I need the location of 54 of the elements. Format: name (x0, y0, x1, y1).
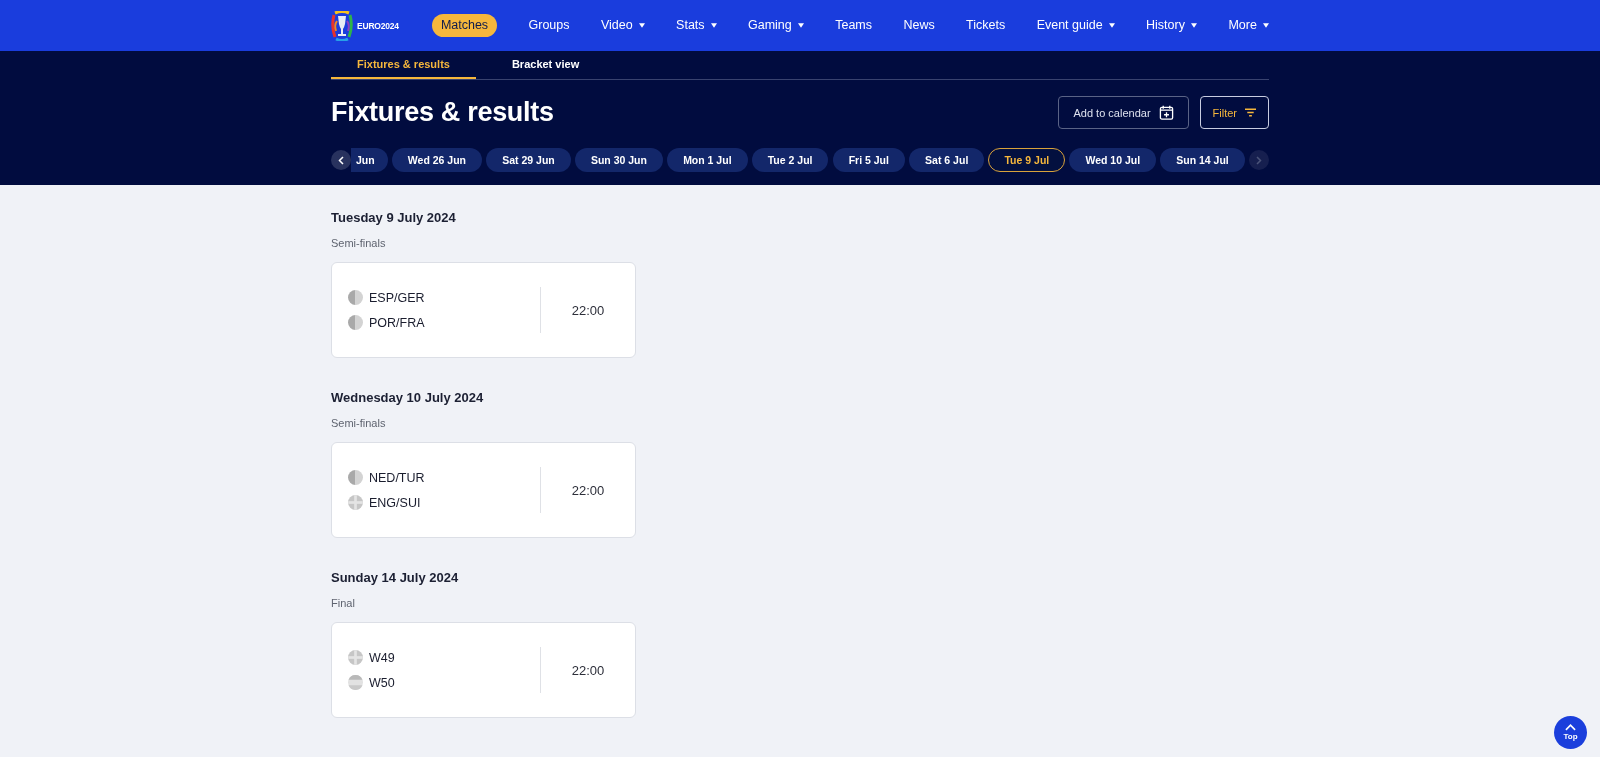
match-date-heading: Wednesday 10 July 2024 (331, 389, 485, 407)
date-pill[interactable]: Sun 14 Jul (1160, 148, 1245, 172)
team-name: W50 (369, 674, 395, 691)
nav-link[interactable]: Teams (835, 14, 872, 37)
date-pill[interactable]: Fri 5 Jul (832, 148, 905, 172)
page-title: Fixtures & results (331, 97, 554, 128)
nav-link[interactable]: Tickets (966, 14, 1006, 37)
back-to-top-button[interactable]: Top (1554, 716, 1587, 749)
chevron-left-icon (338, 155, 344, 165)
filter-icon (1245, 108, 1256, 117)
date-pill[interactable]: Tue 2 Jul (751, 148, 829, 172)
chevron-up-icon (1565, 724, 1576, 731)
calendar-plus-icon (1158, 105, 1174, 120)
match-date-heading: Tuesday 9 July 2024 (331, 209, 457, 227)
nav-link[interactable]: Matches (431, 14, 498, 37)
team-name: ESP/GER (369, 289, 425, 306)
date-pill[interactable]: Wed 10 Jul (1069, 148, 1157, 172)
team-name: W49 (369, 649, 395, 666)
date-pill[interactable]: Sat 29 Jun (486, 148, 571, 172)
stage-label: Final (331, 596, 356, 611)
previous-dates-button[interactable] (331, 150, 351, 170)
kickoff-time: 22:00 (571, 302, 605, 318)
team-name: ENG/SUI (369, 494, 421, 511)
nav-link[interactable]: News (903, 14, 935, 37)
nav-link[interactable]: History (1146, 14, 1197, 37)
trophy-icon (331, 10, 353, 41)
view-tab[interactable]: Fixtures & results (331, 51, 476, 79)
date-pill[interactable]: Jun (351, 148, 388, 172)
view-tab[interactable]: Bracket view (485, 51, 606, 79)
chevron-right-icon (1255, 155, 1262, 165)
kickoff-time: 22:00 (571, 662, 605, 678)
stage-label: Semi-finals (331, 236, 387, 251)
nav-link[interactable]: More (1228, 14, 1269, 37)
add-to-calendar-button[interactable]: Add to calendar (1058, 96, 1189, 129)
match-card[interactable]: ESP/GER POR/FRA 22:00 (331, 262, 636, 358)
team-name: POR/FRA (369, 314, 425, 331)
nav-link[interactable]: Groups (528, 14, 570, 37)
date-pill[interactable]: Wed 26 Jun (391, 148, 482, 172)
team-name: NED/TUR (369, 469, 425, 486)
nav-link[interactable]: Event guide (1036, 14, 1115, 37)
date-pill[interactable]: Sat 6 Jul (909, 148, 985, 172)
match-date-heading: Sunday 14 July 2024 (331, 569, 460, 587)
logo-link[interactable]: EURO2024 (331, 10, 399, 41)
match-card[interactable]: W49 W50 22:00 (331, 622, 636, 718)
nav-link[interactable]: Gaming (748, 14, 804, 37)
filter-button[interactable]: Filter (1199, 96, 1269, 129)
kickoff-time: 22:00 (571, 482, 605, 498)
date-pill[interactable]: Tue 9 Jul (988, 148, 1066, 172)
stage-label: Semi-finals (331, 416, 387, 431)
match-card[interactable]: NED/TUR ENG/SUI 22:00 (331, 442, 636, 538)
date-pill[interactable]: Sun 30 Jun (574, 148, 663, 172)
nav-link[interactable]: Stats (676, 14, 717, 37)
nav-link[interactable]: Video (600, 14, 645, 37)
date-pill[interactable]: Mon 1 Jul (667, 148, 748, 172)
